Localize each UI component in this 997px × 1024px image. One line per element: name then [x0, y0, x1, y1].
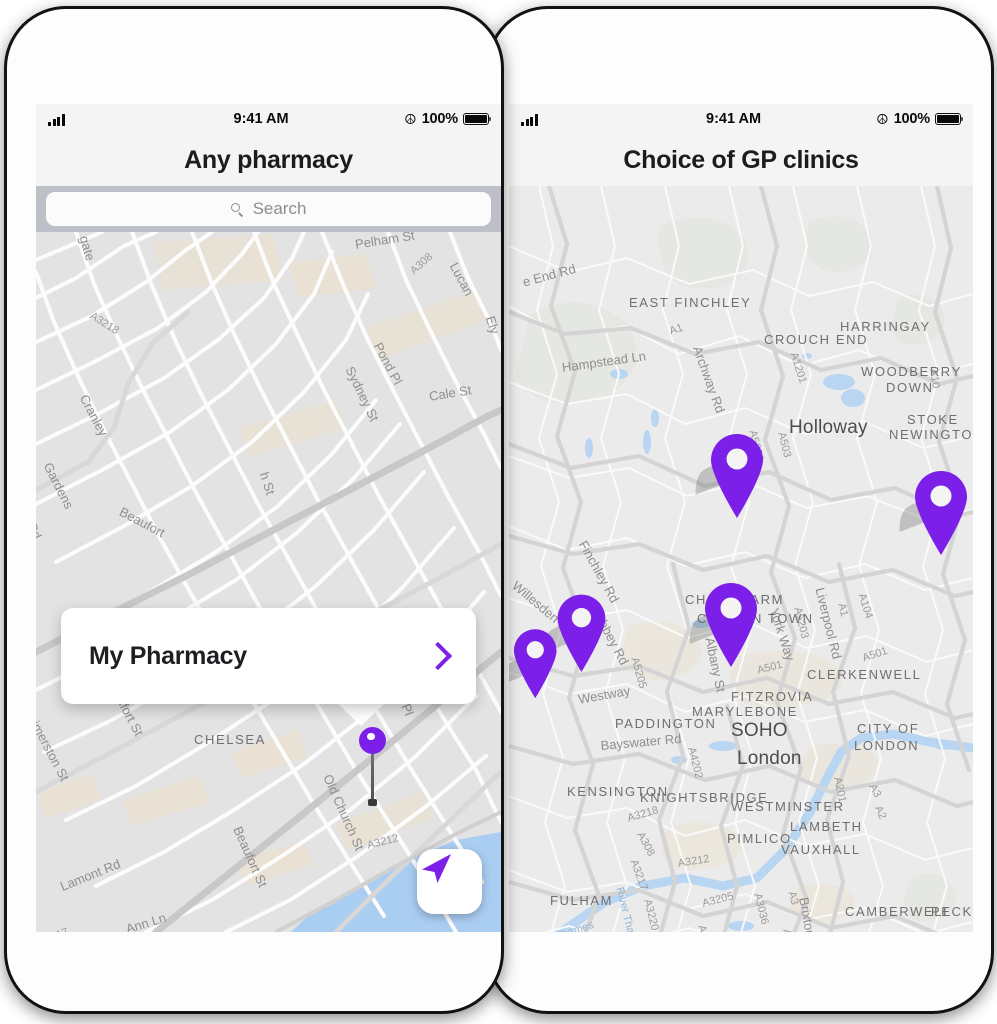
map-canvas-left[interactable]: Pelham St A308 Lucan Ely gate A3218 Pond Pl Syd…	[36, 232, 501, 932]
nav-bar-left: Any pharmacy	[36, 134, 501, 186]
pin-head	[359, 727, 386, 754]
locate-me-button[interactable]	[417, 849, 482, 914]
search-input[interactable]: Search	[46, 192, 491, 226]
page-title-left: Any pharmacy	[184, 145, 353, 174]
screen-right: 9:41 AM ☮ 100% Choice of GP clinics e En…	[509, 104, 973, 932]
status-bar-left: 9:41 AM ☮ 100%	[36, 104, 501, 134]
battery-full-icon	[934, 113, 964, 125]
status-time-left: 9:41 AM	[233, 111, 289, 127]
my-pharmacy-callout-card[interactable]: My Pharmacy	[61, 608, 476, 704]
navigation-arrow-icon	[422, 854, 451, 883]
battery-percent-right: 100%	[893, 111, 930, 127]
pin-base	[367, 799, 377, 806]
page-title-right: Choice of GP clinics	[623, 145, 859, 174]
bluetooth-icon: ☮	[876, 111, 889, 127]
callout-title: My Pharmacy	[89, 641, 247, 670]
signal-bars-icon	[521, 113, 591, 126]
screen-left: 9:41 AM ☮ 100% Any pharmacy Search Pelha…	[36, 104, 501, 932]
mockup-stage: 9:41 AM ☮ 100% Choice of GP clinics e En…	[0, 0, 997, 1024]
status-bar-right: 9:41 AM ☮ 100%	[509, 104, 973, 134]
chevron-right-icon[interactable]	[423, 641, 453, 671]
status-time-right: 9:41 AM	[706, 111, 762, 127]
search-placeholder: Search	[252, 199, 307, 218]
pin-center-dot	[367, 732, 375, 740]
nav-bar-right: Choice of GP clinics	[509, 134, 973, 186]
search-icon	[230, 202, 244, 216]
bluetooth-icon: ☮	[404, 111, 417, 127]
battery-full-icon	[462, 113, 492, 125]
phone-device-right: 9:41 AM ☮ 100% Choice of GP clinics e En…	[486, 6, 994, 1014]
signal-bars-icon	[48, 113, 118, 126]
map-canvas-right[interactable]: e End Rd EAST FINCHLEY A1 CROUCH END HARRING…	[509, 186, 973, 932]
phone-device-left: 9:41 AM ☮ 100% Any pharmacy Search Pelha…	[4, 6, 504, 1014]
search-bar-container: Search	[36, 186, 501, 232]
battery-percent-left: 100%	[421, 111, 458, 127]
